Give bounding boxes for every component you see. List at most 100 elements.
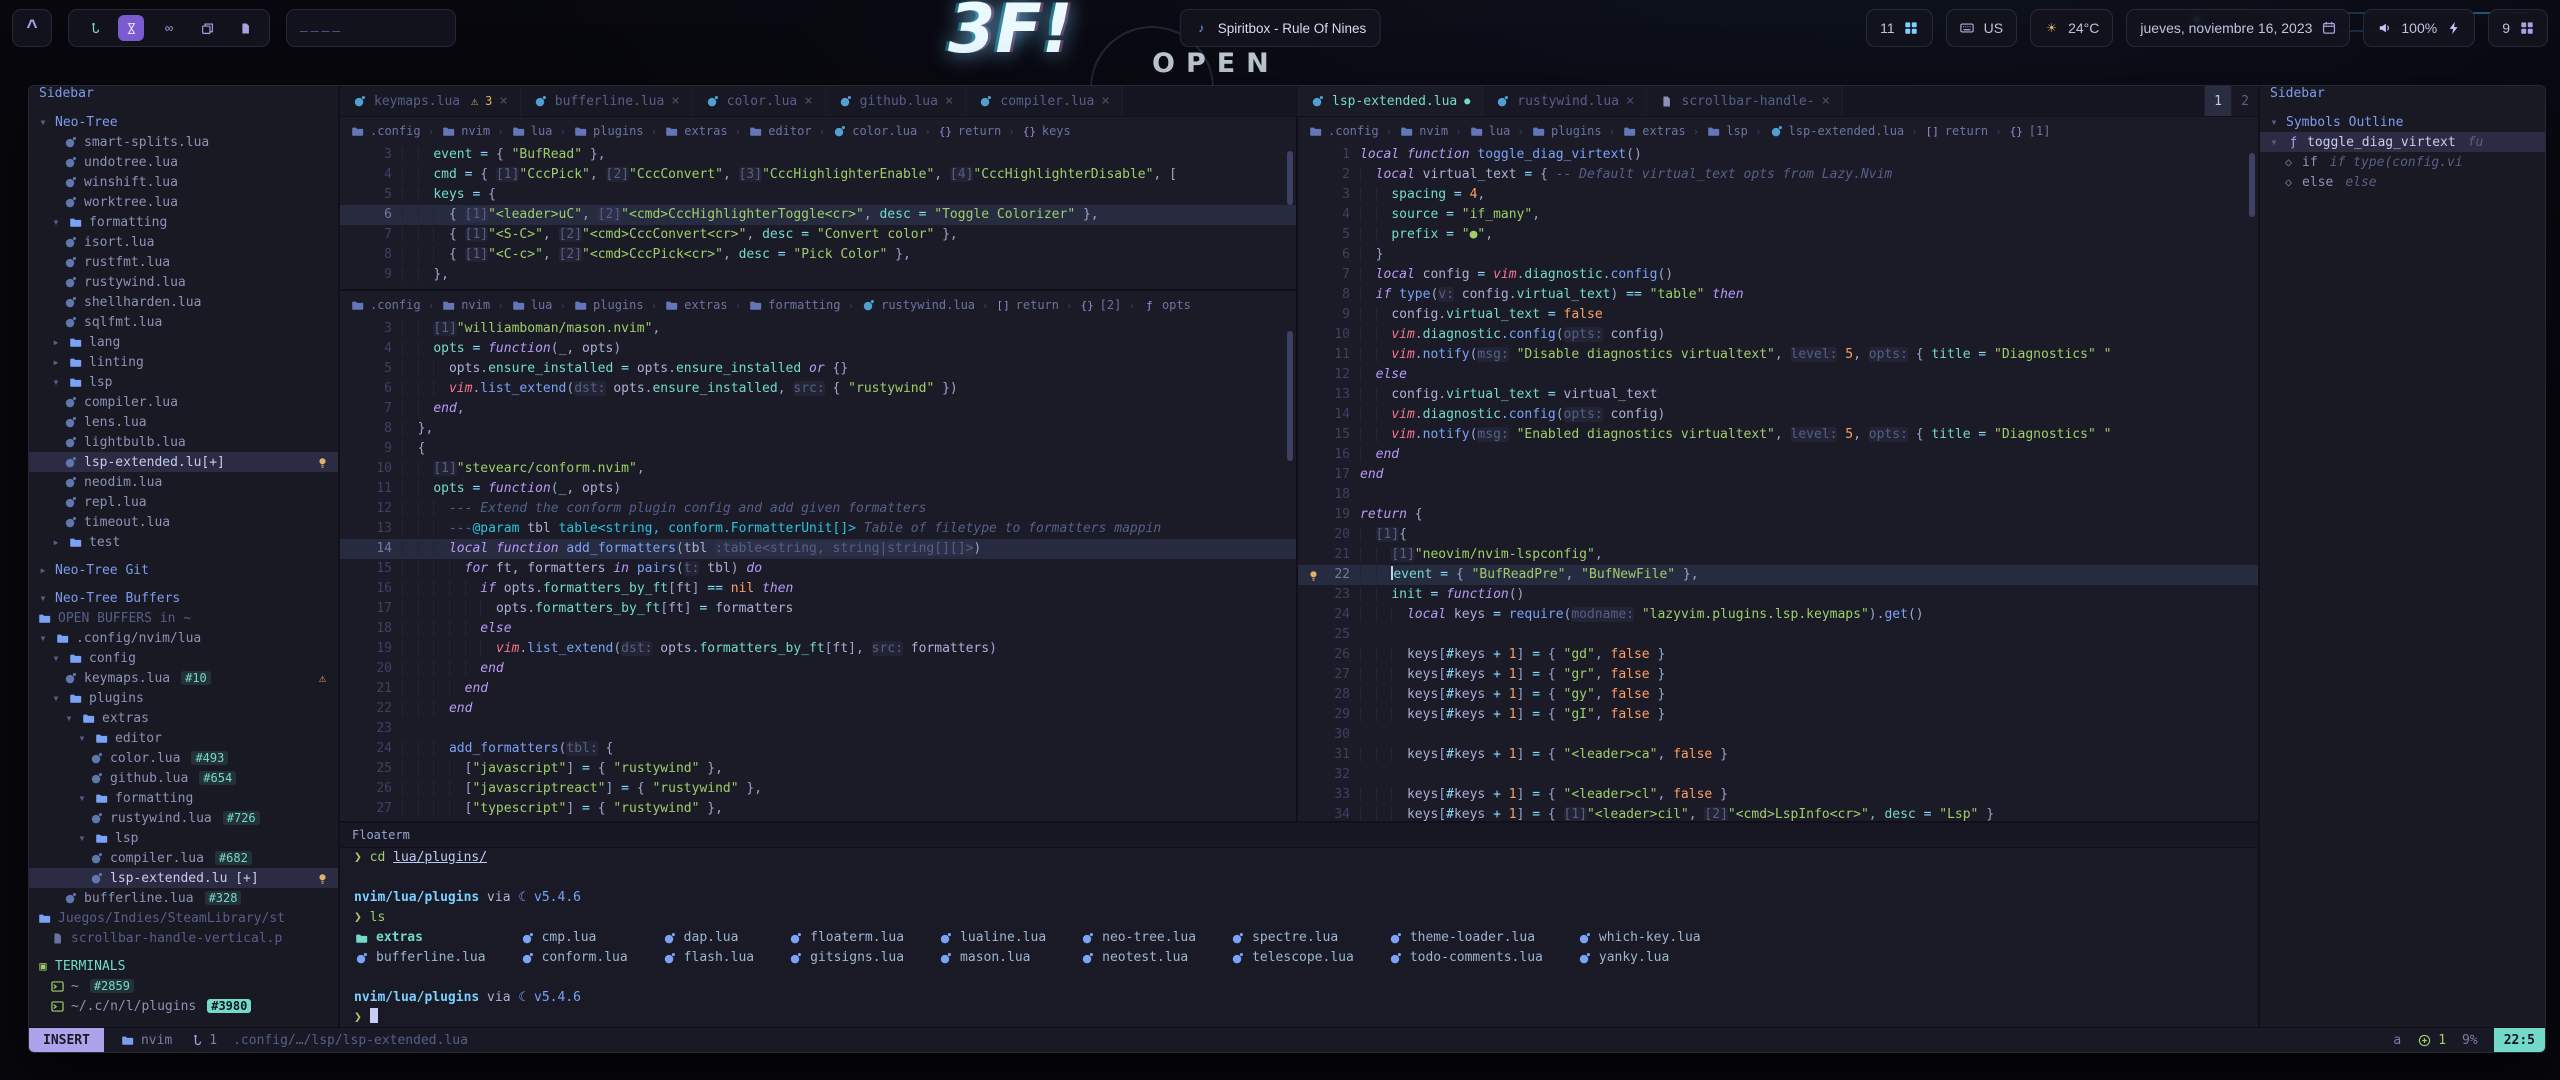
tab-color-lua[interactable]: color.lua×	[693, 86, 826, 116]
code-line-20[interactable]: 20 [1]{	[1298, 525, 2258, 545]
dock-copy-button[interactable]	[194, 15, 220, 41]
tree-item-plugins[interactable]: ▾plugins	[29, 688, 338, 708]
tree-item-github-lua[interactable]: github.lua#654	[29, 768, 338, 788]
code-line-18[interactable]: 18 else	[340, 619, 1296, 639]
breadcrumb-opts[interactable]: ƒopts	[1142, 298, 1191, 313]
code-line-11[interactable]: 11 opts = function(_, opts)	[340, 479, 1296, 499]
tree-item-linting[interactable]: ▸linting	[29, 352, 338, 372]
breadcrumb-2[interactable]: {}[2]	[1080, 298, 1122, 313]
code-line-3[interactable]: 3 event = { "BufRead" },	[340, 145, 1296, 165]
code-line-17[interactable]: 17 opts.formatters_by_ft[ft] = formatter…	[340, 599, 1296, 619]
code-line-5[interactable]: 5 opts.ensure_installed = opts.ensure_in…	[340, 359, 1296, 379]
close-icon[interactable]: ×	[804, 93, 812, 109]
tree-item-formatting[interactable]: ▾formatting	[29, 788, 338, 808]
breadcrumb-extras[interactable]: extras	[1622, 124, 1685, 139]
code-line-8[interactable]: 8 { [1]"<C-c>", [2]"<cmd>CccPick<cr>", d…	[340, 245, 1296, 265]
scrollbar-thumb[interactable]	[1287, 151, 1293, 205]
tree-item-shellharden-lua[interactable]: shellharden.lua	[29, 292, 338, 312]
tree-item-compiler-lua[interactable]: compiler.lua	[29, 392, 338, 412]
code-line-23[interactable]: 23	[340, 719, 1296, 739]
breadcrumb-return[interactable]: []return	[996, 298, 1059, 313]
breadcrumb-color-lua[interactable]: color.lua	[832, 124, 917, 139]
widget-clock[interactable]: jueves, noviembre 16, 2023	[2126, 9, 2350, 47]
neotree-section-header[interactable]: ▾Neo-Tree	[29, 112, 338, 132]
code-line-3[interactable]: 3 spacing = 4,	[1298, 185, 2258, 205]
code-line-14[interactable]: 14 vim.diagnostic.config(opts: config)	[1298, 405, 2258, 425]
code-line-10[interactable]: 10 vim.diagnostic.config(opts: config)	[1298, 325, 2258, 345]
breadcrumb-lsp[interactable]: lsp	[1706, 124, 1748, 139]
breadcrumb-nvim[interactable]: nvim	[441, 298, 490, 313]
tree-item-isort-lua[interactable]: isort.lua	[29, 232, 338, 252]
tree-item-lang[interactable]: ▸lang	[29, 332, 338, 352]
close-icon[interactable]: ×	[671, 93, 679, 109]
tree-item-rustfmt-lua[interactable]: rustfmt.lua	[29, 252, 338, 272]
tree-item-smart-splits-lua[interactable]: smart-splits.lua	[29, 132, 338, 152]
breadcrumb-keys[interactable]: {}keys	[1022, 124, 1071, 139]
breadcrumb-extras[interactable]: extras	[664, 298, 727, 313]
tree-item-bufferline-lua[interactable]: bufferline.lua#328	[29, 888, 338, 908]
code-line-12[interactable]: 12 else	[1298, 365, 2258, 385]
tree-item-config[interactable]: ▾config	[29, 648, 338, 668]
code-line-12[interactable]: 12 --- Extend the conform plugin config …	[340, 499, 1296, 519]
code-line-2[interactable]: 2 local virtual_text = { -- Default virt…	[1298, 165, 2258, 185]
breadcrumb-nvim[interactable]: nvim	[1399, 124, 1448, 139]
widget-volume[interactable]: 100%	[2363, 9, 2475, 47]
code-line-9[interactable]: 9 config.virtual_text = false	[1298, 305, 2258, 325]
close-icon[interactable]: ×	[1101, 93, 1109, 109]
neotree-buffers-section-header[interactable]: ▾Neo-Tree Buffers	[29, 588, 338, 608]
tree-item-timeout-lua[interactable]: timeout.lua	[29, 512, 338, 532]
code-line-32[interactable]: 32	[1298, 765, 2258, 785]
widget-kb-layout[interactable]: US	[1946, 9, 2017, 47]
code-line-6[interactable]: 6 { [1]"<leader>uC", [2]"<cmd>CccHighlig…	[340, 205, 1296, 225]
tree-item-formatting[interactable]: ▾formatting	[29, 212, 338, 232]
breadcrumb-rustywind-lua[interactable]: rustywind.lua	[861, 298, 975, 313]
dock-timer-button[interactable]	[118, 15, 144, 41]
tree-item-neodim-lua[interactable]: neodim.lua	[29, 472, 338, 492]
code-line-20[interactable]: 20 end	[340, 659, 1296, 679]
code-line-4[interactable]: 4 cmd = { [1]"CccPick", [2]"CccConvert",…	[340, 165, 1296, 185]
breadcrumb-lua[interactable]: lua	[511, 124, 553, 139]
neotree-git-section-header[interactable]: ▸Neo-Tree Git	[29, 560, 338, 580]
tab-bufferline-lua[interactable]: bufferline.lua×	[521, 86, 693, 116]
tab-lsp-extended-lua[interactable]: lsp-extended.lua●	[1298, 86, 1483, 116]
code-line-13[interactable]: 13 ---@param tbl table<string, conform.F…	[340, 519, 1296, 539]
breadcrumb-lua[interactable]: lua	[511, 298, 553, 313]
code-line-7[interactable]: 7 end,	[340, 399, 1296, 419]
tab-scrollbar-handle[interactable]: scrollbar-handle-×	[1647, 86, 1843, 116]
scrollbar-thumb[interactable]	[1287, 331, 1293, 461]
widget-workspaces[interactable]: 11	[1866, 9, 1933, 47]
tree-item-rustywind-lua[interactable]: rustywind.lua#726	[29, 808, 338, 828]
tab-keymaps-lua[interactable]: keymaps.lua⚠3×	[340, 86, 521, 116]
tree-item-lsp[interactable]: ▾lsp	[29, 372, 338, 392]
tree-item-extras[interactable]: ▾extras	[29, 708, 338, 728]
tree-item-lsp[interactable]: ▾lsp	[29, 828, 338, 848]
code-line-31[interactable]: 31 keys[#keys + 1] = { "<leader>ca", fal…	[1298, 745, 2258, 765]
code-line-19[interactable]: 19return {	[1298, 505, 2258, 525]
code-line-23[interactable]: 23 init = function()	[1298, 585, 2258, 605]
widget-weather[interactable]: ☀24°C	[2030, 9, 2113, 47]
tab-compiler-lua[interactable]: compiler.lua×	[966, 86, 1122, 116]
code-line-6[interactable]: 6 }	[1298, 245, 2258, 265]
dock-file-button[interactable]	[232, 15, 258, 41]
scrollbar-thumb[interactable]	[2249, 153, 2255, 217]
tree-item-if[interactable]: ◇ifif type(config.vi	[2260, 152, 2545, 172]
tree-item-lsp-extended-lu[interactable]: lsp-extended.lu[+]	[29, 452, 338, 472]
code-line-34[interactable]: 34 keys[#keys + 1] = { [1]"<leader>cil",…	[1298, 805, 2258, 821]
tree-item-repl-lua[interactable]: repl.lua	[29, 492, 338, 512]
code-line-28[interactable]: 28 keys[#keys + 1] = { "gy", false }	[1298, 685, 2258, 705]
tree-item-color-lua[interactable]: color.lua#493	[29, 748, 338, 768]
code-line-1[interactable]: 1local function toggle_diag_virtext()	[1298, 145, 2258, 165]
tree-item-juegos-indies-steamlibrary-st[interactable]: Juegos/Indies/SteamLibrary/st	[29, 908, 338, 928]
breadcrumb-extras[interactable]: extras	[664, 124, 727, 139]
code-line-13[interactable]: 13 config.virtual_text = virtual_text	[1298, 385, 2258, 405]
code-line-17[interactable]: 17end	[1298, 465, 2258, 485]
code-buffer-color-lua[interactable]: 3 event = { "BufRead" },4 cmd = { [1]"Cc…	[340, 145, 1296, 285]
code-line-8[interactable]: 8 },	[340, 419, 1296, 439]
launcher-button[interactable]: ^	[12, 9, 52, 47]
tree-item-worktree-lua[interactable]: worktree.lua	[29, 192, 338, 212]
breadcrumb-return[interactable]: []return	[1925, 124, 1988, 139]
breadcrumb-plugins[interactable]: plugins	[573, 298, 644, 313]
floaterm-title-bar[interactable]: Floaterm	[340, 823, 2258, 848]
tree-item-open-buffers-in[interactable]: OPEN BUFFERS in ~	[29, 608, 338, 628]
code-line-3[interactable]: 3 [1]"williamboman/mason.nvim",	[340, 319, 1296, 339]
